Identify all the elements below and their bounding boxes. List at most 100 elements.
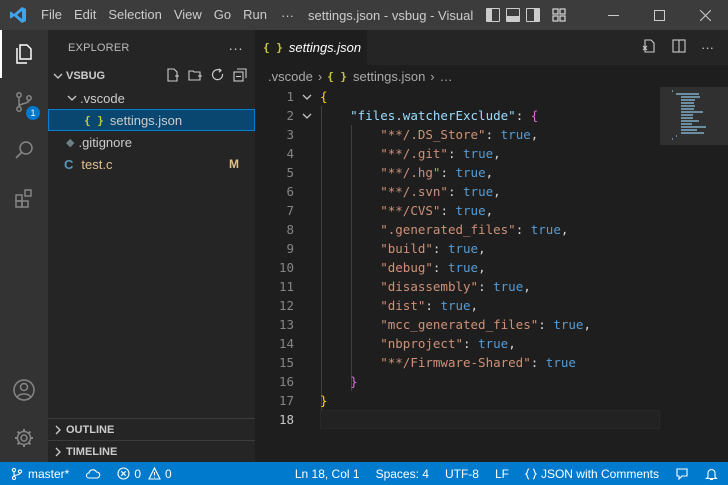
open-settings-ui-icon[interactable] [641,38,657,57]
close-icon[interactable] [682,0,728,30]
code-line: 16 } [255,372,660,391]
code-token: , [493,184,501,199]
menu-go[interactable]: Go [208,0,237,30]
extensions-icon[interactable] [0,174,48,222]
explorer-icon[interactable] [0,30,48,78]
outline-section-header[interactable]: OUTLINE [48,418,255,440]
language-mode[interactable]: JSON with Comments [517,462,667,485]
code-token: , [530,127,539,142]
refresh-icon[interactable] [211,67,225,85]
breadcrumb-folder[interactable]: .vscode [268,69,313,84]
line-number: 1 [286,89,294,104]
menu-run[interactable]: Run [237,0,273,30]
code-text: } [320,372,358,391]
code-token: "**/.DS_Store" [380,127,486,142]
editor-area: { } settings.json ··· .vscode › { } sett… [255,30,728,462]
breadcrumb: .vscode › { } settings.json › … [255,65,728,87]
code-token: true [463,184,494,199]
chevron-down-icon [50,68,66,84]
menu-edit[interactable]: Edit [68,0,102,30]
minimap-line [680,102,695,104]
c-file-icon: C [64,156,74,172]
breadcrumb-symbol[interactable]: … [440,69,453,84]
tree-item-settings-json[interactable]: { } settings.json [48,109,255,131]
menu-more-button[interactable]: ··· [273,8,302,23]
collapse-all-icon[interactable] [233,67,247,85]
breadcrumb-file[interactable]: settings.json [353,69,425,84]
timeline-title: TIMELINE [66,445,118,458]
account-icon[interactable] [0,366,48,414]
code-token: true [530,222,561,237]
folder-section-header[interactable]: VSBUG [48,65,255,87]
timeline-section-header[interactable]: TIMELINE [48,440,255,462]
code-token: , [508,336,516,351]
json-file-icon: { } [84,113,104,127]
new-file-icon[interactable] [166,67,180,85]
menu-file[interactable]: File [35,0,68,30]
warning-count: 0 [165,466,172,481]
manage-gear-icon[interactable] [0,414,48,462]
split-editor-icon[interactable] [671,38,687,57]
menu-selection[interactable]: Selection [102,0,167,30]
editor-actions: ··· [641,30,728,65]
minimap-line [680,111,704,113]
code-line: 10 "debug": true, [255,258,660,277]
encoding[interactable]: UTF-8 [437,462,487,485]
new-folder-icon[interactable] [188,68,203,85]
code-token: true [447,260,479,275]
minimize-icon[interactable] [590,0,636,30]
menu-view[interactable]: View [168,0,208,30]
indentation[interactable]: Spaces: 4 [368,462,437,485]
fold-chevron-icon[interactable] [300,87,314,106]
toggle-primary-sidebar-icon[interactable] [486,8,500,22]
line-number: 8 [286,222,294,237]
tree-item-label: .vscode [80,90,125,106]
source-control-icon[interactable]: 1 [0,78,48,126]
fold-chevron-icon[interactable] [300,106,314,125]
code-text: "**/.svn": true, [320,182,501,201]
code-line: 3 "**/.DS_Store": true, [255,125,660,144]
tab-settings-json[interactable]: { } settings.json [255,30,367,65]
remote-indicator[interactable]: master* [0,462,77,485]
sync-button[interactable] [77,462,109,485]
code-token: : [447,146,464,161]
maximize-icon[interactable] [636,0,682,30]
toggle-secondary-sidebar-icon[interactable] [526,8,540,22]
explorer-header: EXPLORER ··· [48,30,255,65]
code-text: "dist": true, [320,296,478,315]
code-token: true [455,165,486,180]
code-line: 7 "**/CVS": true, [255,201,660,220]
feedback-icon[interactable] [667,462,697,485]
git-file-icon: ◆ [66,136,75,149]
code-text: "mcc_generated_files": true, [320,315,591,334]
minimap-line [680,108,695,110]
more-actions-icon[interactable]: ··· [701,40,714,55]
problems-indicator[interactable]: 0 0 [109,462,179,485]
customize-layout-icon[interactable] [552,8,566,22]
end-of-line[interactable]: LF [487,462,517,485]
explorer-more-button[interactable]: ··· [228,40,243,56]
minimap[interactable] [660,87,728,462]
tree-item-gitignore[interactable]: ◆ .gitignore [48,131,255,153]
code-line: 4 "**/.git": true, [255,144,660,163]
error-icon [117,467,130,480]
code-token: , [485,165,494,180]
tree-item-test-c[interactable]: C test.c M [48,153,255,175]
minimap-line [680,99,696,101]
cursor-position[interactable]: Ln 18, Col 1 [287,462,368,485]
language-label: JSON with Comments [540,466,659,481]
tree-item-vscode-folder[interactable]: .vscode [48,87,255,109]
chevron-right-icon [50,422,66,438]
notifications-bell-icon[interactable] [697,462,728,485]
search-icon[interactable] [0,126,48,174]
toggle-panel-icon[interactable] [506,8,520,22]
code-editor[interactable]: 1{2 "files.watcherExclude": {3 "**/.DS_S… [255,87,728,462]
code-token: true [500,127,531,142]
code-token: : [463,336,479,351]
code-token: } [350,374,358,389]
